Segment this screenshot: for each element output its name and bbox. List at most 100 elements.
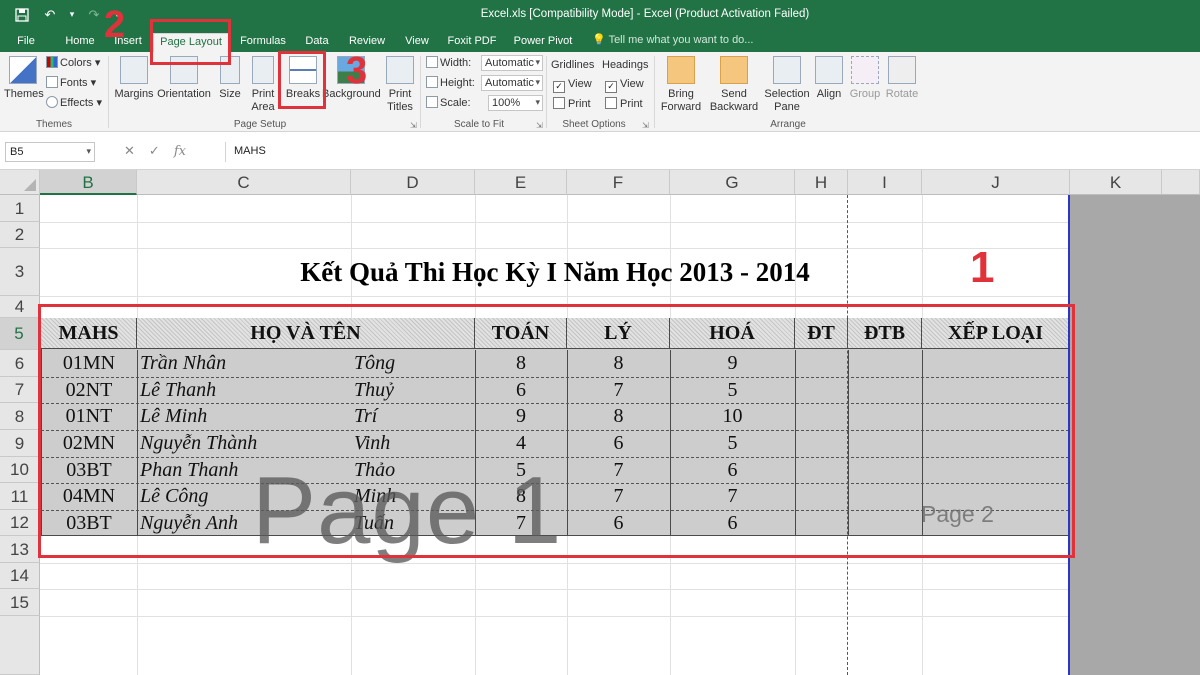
bring-forward-icon — [667, 56, 695, 84]
width-text: Width: — [440, 57, 472, 69]
row-header-2[interactable]: 2 — [0, 222, 40, 248]
group-button[interactable]: Group — [848, 54, 882, 101]
sheet-options-launcher-icon[interactable]: ⇲ — [642, 121, 649, 130]
column-header-d[interactable]: D — [351, 170, 475, 195]
print-titles-label-1: Print — [388, 88, 412, 100]
row-header-12[interactable]: 12 — [0, 510, 40, 536]
row-header-4[interactable]: 4 — [0, 296, 40, 318]
headings-print-checkbox[interactable]: Print — [605, 97, 643, 111]
send-backward-icon — [720, 56, 748, 84]
align-button[interactable]: Align — [814, 54, 844, 101]
row-header-1[interactable]: 1 — [0, 195, 40, 222]
gridline — [40, 248, 1070, 249]
themes-button[interactable]: Themes — [4, 54, 44, 101]
bring-forward-button[interactable]: Bring Forward — [656, 54, 706, 114]
row-header-9[interactable]: 9 — [0, 430, 40, 457]
row-header-7[interactable]: 7 — [0, 377, 40, 403]
headings-view-checkbox[interactable]: ✓ View — [605, 77, 644, 93]
name-box[interactable]: B5 — [5, 142, 95, 162]
themes-group-label: Themes — [35, 119, 73, 130]
sheet-title[interactable]: Kết Quả Thi Học Kỳ I Năm Học 2013 - 2014 — [40, 257, 1070, 288]
themes-icon — [9, 56, 37, 84]
print-area-button[interactable]: Print Area — [249, 54, 277, 114]
width-select[interactable]: Automatic — [481, 55, 543, 71]
tab-home[interactable]: Home — [60, 33, 100, 52]
effects-button[interactable]: Effects ▾ — [46, 96, 102, 110]
formula-bar: B5 ✕ ✓ fx MAHS — [0, 132, 1200, 170]
row-header-3[interactable]: 3 — [0, 248, 40, 296]
fonts-label: Fonts — [60, 77, 88, 89]
tab-foxit-pdf[interactable]: Foxit PDF — [444, 33, 500, 52]
themes-label: Themes — [4, 88, 44, 100]
headings-heading: Headings — [602, 59, 649, 71]
row-header-8[interactable]: 8 — [0, 403, 40, 430]
tab-power-pivot[interactable]: Power Pivot — [510, 33, 576, 52]
column-header-e[interactable]: E — [475, 170, 567, 195]
scale-icon — [426, 96, 438, 108]
function-icon[interactable]: fx — [174, 144, 186, 159]
send-backward-button[interactable]: Send Backward — [706, 54, 762, 114]
column-header-k[interactable]: K — [1070, 170, 1162, 195]
margins-icon — [120, 56, 148, 84]
width-icon — [426, 56, 438, 68]
column-header-h[interactable]: H — [795, 170, 848, 195]
print-titles-button[interactable]: Print Titles — [384, 54, 416, 114]
scale-spinner[interactable]: 100% — [488, 95, 543, 111]
margins-label: Margins — [114, 88, 154, 100]
gridlines-print-checkbox[interactable]: Print — [553, 97, 591, 111]
scale-to-fit-group-label: Scale to Fit — [453, 119, 505, 130]
column-header-g[interactable]: G — [670, 170, 795, 195]
annotation-number-3: 3 — [346, 50, 368, 92]
fonts-icon — [46, 76, 58, 88]
margins-button[interactable]: Margins — [114, 54, 154, 101]
checkbox-empty — [605, 97, 617, 109]
group-separator — [654, 56, 655, 128]
scale-label: Scale: — [426, 96, 471, 110]
row-header-14[interactable]: 14 — [0, 563, 40, 589]
column-header-empty[interactable] — [1162, 170, 1200, 195]
headings-print-label: Print — [620, 98, 643, 110]
group-icon — [851, 56, 879, 84]
print-titles-icon — [386, 56, 414, 84]
column-header-b[interactable]: B — [40, 170, 137, 195]
row-header-5[interactable]: 5 — [0, 318, 40, 350]
group-separator — [546, 56, 547, 128]
tab-view[interactable]: View — [400, 33, 434, 52]
fonts-button[interactable]: Fonts ▾ — [46, 76, 96, 90]
column-header-f[interactable]: F — [567, 170, 670, 195]
page-setup-launcher-icon[interactable]: ⇲ — [410, 121, 417, 130]
group-label: Group — [849, 88, 881, 100]
rotate-button[interactable]: Rotate — [884, 54, 920, 101]
annotation-box-range — [38, 304, 1075, 558]
colors-button[interactable]: Colors ▾ — [46, 56, 100, 70]
selection-pane-button[interactable]: Selection Pane — [762, 54, 812, 114]
row-header-13[interactable]: 13 — [0, 536, 40, 563]
group-separator — [108, 56, 109, 128]
column-header-c[interactable]: C — [137, 170, 351, 195]
formula-input[interactable]: MAHS — [225, 142, 1195, 162]
sheet-options-group-label: Sheet Options — [562, 119, 626, 130]
height-label: Height: — [426, 76, 475, 90]
row-header-6[interactable]: 6 — [0, 350, 40, 377]
tab-formulas[interactable]: Formulas — [236, 33, 290, 52]
gridlines-view-checkbox[interactable]: ✓ View — [553, 77, 592, 93]
gridline — [40, 616, 1070, 617]
row-header-10[interactable]: 10 — [0, 457, 40, 483]
row-header-11[interactable]: 11 — [0, 483, 40, 510]
tell-me-search[interactable]: 💡 Tell me what you want to do... — [592, 33, 753, 46]
selection-pane-label-1: Selection — [764, 88, 810, 100]
tab-file[interactable]: File — [10, 33, 42, 52]
height-select[interactable]: Automatic — [481, 75, 543, 91]
enter-icon[interactable]: ✓ — [149, 144, 160, 159]
select-all-corner[interactable] — [0, 170, 40, 195]
column-header-j[interactable]: J — [922, 170, 1070, 195]
row-header-15[interactable]: 15 — [0, 589, 40, 616]
bring-forward-label-2: Forward — [660, 101, 702, 113]
scale-to-fit-launcher-icon[interactable]: ⇲ — [536, 121, 543, 130]
column-header-i[interactable]: I — [848, 170, 922, 195]
group-separator — [420, 56, 421, 128]
cancel-icon[interactable]: ✕ — [124, 144, 135, 159]
effects-label: Effects — [60, 97, 94, 109]
tab-data[interactable]: Data — [300, 33, 334, 52]
colors-icon — [46, 56, 58, 68]
